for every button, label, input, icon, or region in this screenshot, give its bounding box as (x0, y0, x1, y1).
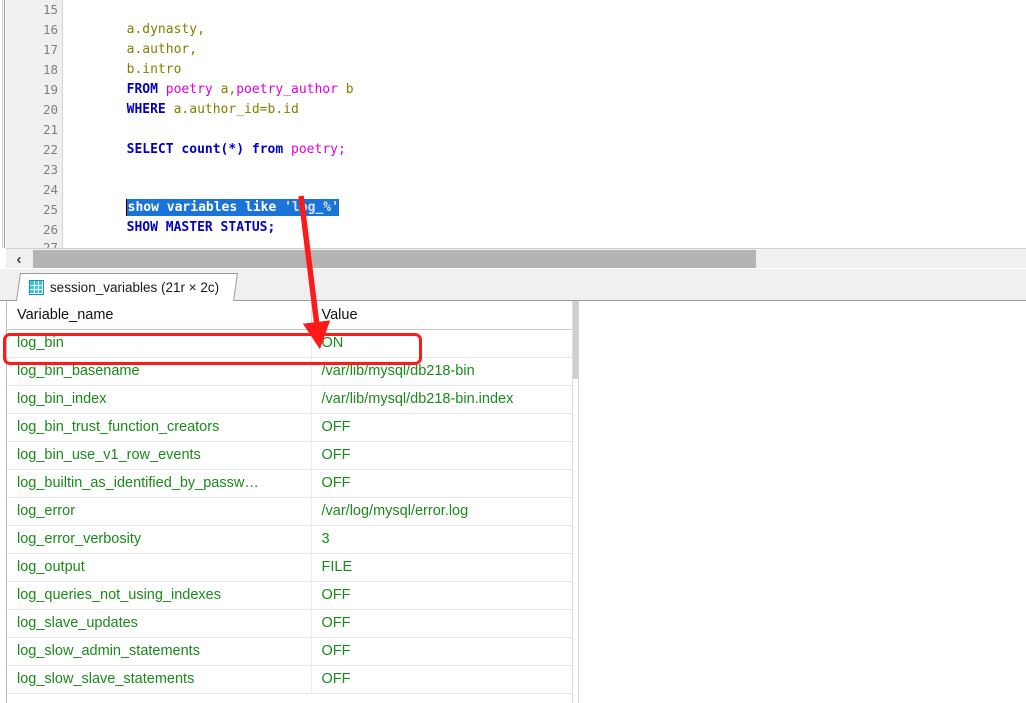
editor-horizontal-scrollbar[interactable]: ‹ (6, 248, 1026, 268)
cell-variable-name[interactable]: log_slow_slave_statements (7, 665, 312, 694)
column-header-variable-name[interactable]: Variable_name (7, 301, 312, 330)
code-line-19: WHERE a.author_id=b.id (64, 80, 299, 117)
cell-variable-name[interactable]: log_bin_trust_function_creators (7, 413, 312, 442)
code-line-24[interactable]: show variables like 'log_%' (64, 178, 339, 216)
sql-keyword: SHOW MASTER STATUS; (126, 220, 276, 235)
cell-value[interactable]: FILE (311, 553, 577, 582)
cell-variable-name[interactable]: log_output (7, 553, 312, 582)
table-row[interactable]: log_error/var/log/mysql/error.log (7, 497, 577, 526)
cell-variable-name[interactable]: log_error_verbosity (7, 525, 312, 554)
table-row[interactable]: log_slave_updates OFF (7, 609, 577, 638)
table-row[interactable]: log_bin_basename/var/lib/mysql/db218-bin (7, 357, 577, 386)
line-number: 23 (42, 162, 58, 177)
line-number: 16 (42, 22, 58, 37)
sql-editor[interactable]: 15 16 17 18 19 20 21 22 23 24 25 26 27 a… (0, 0, 1026, 248)
table-row[interactable]: log_builtin_as_identified_by_passw… OFF (7, 469, 577, 498)
cell-value[interactable]: OFF (311, 413, 577, 442)
table-row[interactable]: log_bin_use_v1_row_events OFF (7, 441, 577, 470)
results-pane: session_variables (21r × 2c) Variable_na… (0, 269, 1026, 703)
tab-label: session_variables (21r × 2c) (49, 280, 220, 295)
line-number: 25 (42, 202, 58, 217)
code-token: a.author_id=b.id (173, 102, 299, 117)
line-number: 26 (42, 222, 58, 237)
code-line-15: a.dynasty, (64, 0, 205, 37)
cell-value[interactable]: OFF (311, 665, 577, 694)
cell-variable-name[interactable]: log_slow_admin_statements (7, 637, 312, 666)
table-row[interactable]: log_bin ON (7, 329, 577, 358)
results-tab-strip: session_variables (21r × 2c) (0, 269, 1026, 301)
table-row[interactable]: log_bin_index/var/lib/mysql/db218-bin.in… (7, 385, 577, 414)
code-token: b (345, 82, 354, 97)
cell-variable-name[interactable]: log_error (7, 497, 312, 526)
cell-variable-name[interactable]: log_bin (7, 329, 312, 358)
table-row[interactable]: log_output FILE (7, 553, 577, 582)
editor-line-number-gutter: 15 16 17 18 19 20 21 22 23 24 25 26 27 (6, 0, 63, 248)
mysql-client-window: 15 16 17 18 19 20 21 22 23 24 25 26 27 a… (0, 0, 1026, 703)
results-pane-divider (578, 301, 579, 703)
cell-value[interactable]: OFF (311, 637, 577, 666)
code-line-16: a.author, (64, 20, 197, 57)
variables-table: Variable_name Value log_bin ON log_bin_ba… (7, 301, 577, 694)
table-row[interactable]: log_queries_not_using_indexes OFF (7, 581, 577, 610)
cell-variable-name[interactable]: log_queries_not_using_indexes (7, 581, 312, 610)
line-number: 19 (42, 82, 58, 97)
table-row[interactable]: log_error_verbosity 3 (7, 525, 577, 554)
cell-variable-name[interactable]: log_bin_basename (7, 357, 312, 386)
cell-value[interactable]: OFF (311, 581, 577, 610)
cell-value[interactable]: ON (311, 329, 577, 358)
line-number: 24 (42, 182, 58, 197)
cell-value[interactable]: OFF (311, 441, 577, 470)
grid-table-icon (28, 280, 44, 295)
line-number: 20 (42, 102, 58, 117)
sql-function: count(*) (181, 142, 245, 157)
sql-keyword: SELECT (126, 142, 174, 157)
cell-variable-name[interactable]: log_slave_updates (7, 609, 312, 638)
table-header-row: Variable_name Value (7, 301, 577, 330)
code-line-17: b.intro (64, 40, 182, 77)
code-line-27: INSERT INTO `poetry` (`id`, `title`, `yu… (64, 238, 956, 248)
cell-value[interactable]: /var/lib/mysql/db218-bin.index (311, 385, 577, 414)
editor-left-rail (0, 0, 5, 248)
code-text-area[interactable]: a.dynasty, a.author, b.intro FROM poetry… (64, 0, 1026, 248)
line-number: 15 (42, 2, 58, 17)
sql-table-name: poetry (291, 142, 338, 157)
cell-value[interactable]: /var/log/mysql/error.log (311, 497, 577, 526)
line-number: 17 (42, 42, 58, 57)
sql-keyword: WHERE (126, 102, 166, 117)
column-header-value[interactable]: Value (311, 301, 577, 330)
sql-keyword: from (251, 142, 284, 157)
table-row[interactable]: log_bin_trust_function_creators OFF (7, 413, 577, 442)
scroll-left-arrow-icon[interactable]: ‹ (6, 249, 32, 269)
line-number: 22 (42, 142, 58, 157)
cell-value[interactable]: /var/lib/mysql/db218-bin (311, 357, 577, 386)
cell-variable-name[interactable]: log_bin_use_v1_row_events (7, 441, 312, 470)
code-token: ; (337, 142, 346, 157)
table-row[interactable]: log_slow_slave_statements OFF (7, 665, 577, 694)
line-number: 18 (42, 62, 58, 77)
cell-variable-name[interactable]: log_bin_index (7, 385, 312, 414)
code-line-18: FROM poetry a,poetry_author b (64, 60, 354, 97)
cell-variable-name[interactable]: log_builtin_as_identified_by_passw… (7, 469, 312, 498)
horizontal-scrollbar-thumb[interactable] (33, 250, 756, 268)
cell-value[interactable]: 3 (311, 525, 577, 554)
table-row[interactable]: log_slow_admin_statements OFF (7, 637, 577, 666)
line-number: 27 (42, 240, 58, 248)
results-grid[interactable]: Variable_name Value log_bin ON log_bin_ba… (6, 301, 578, 703)
tab-session-variables[interactable]: session_variables (21r × 2c) (16, 273, 239, 301)
cell-value[interactable]: OFF (311, 469, 577, 498)
code-line-21: SELECT count(*) from poetry; (64, 120, 346, 157)
line-number: 21 (42, 122, 58, 137)
code-line-25: SHOW MASTER STATUS; (64, 198, 276, 235)
sql-string-literal: 'log_%' (284, 200, 339, 215)
cell-value[interactable]: OFF (311, 609, 577, 638)
